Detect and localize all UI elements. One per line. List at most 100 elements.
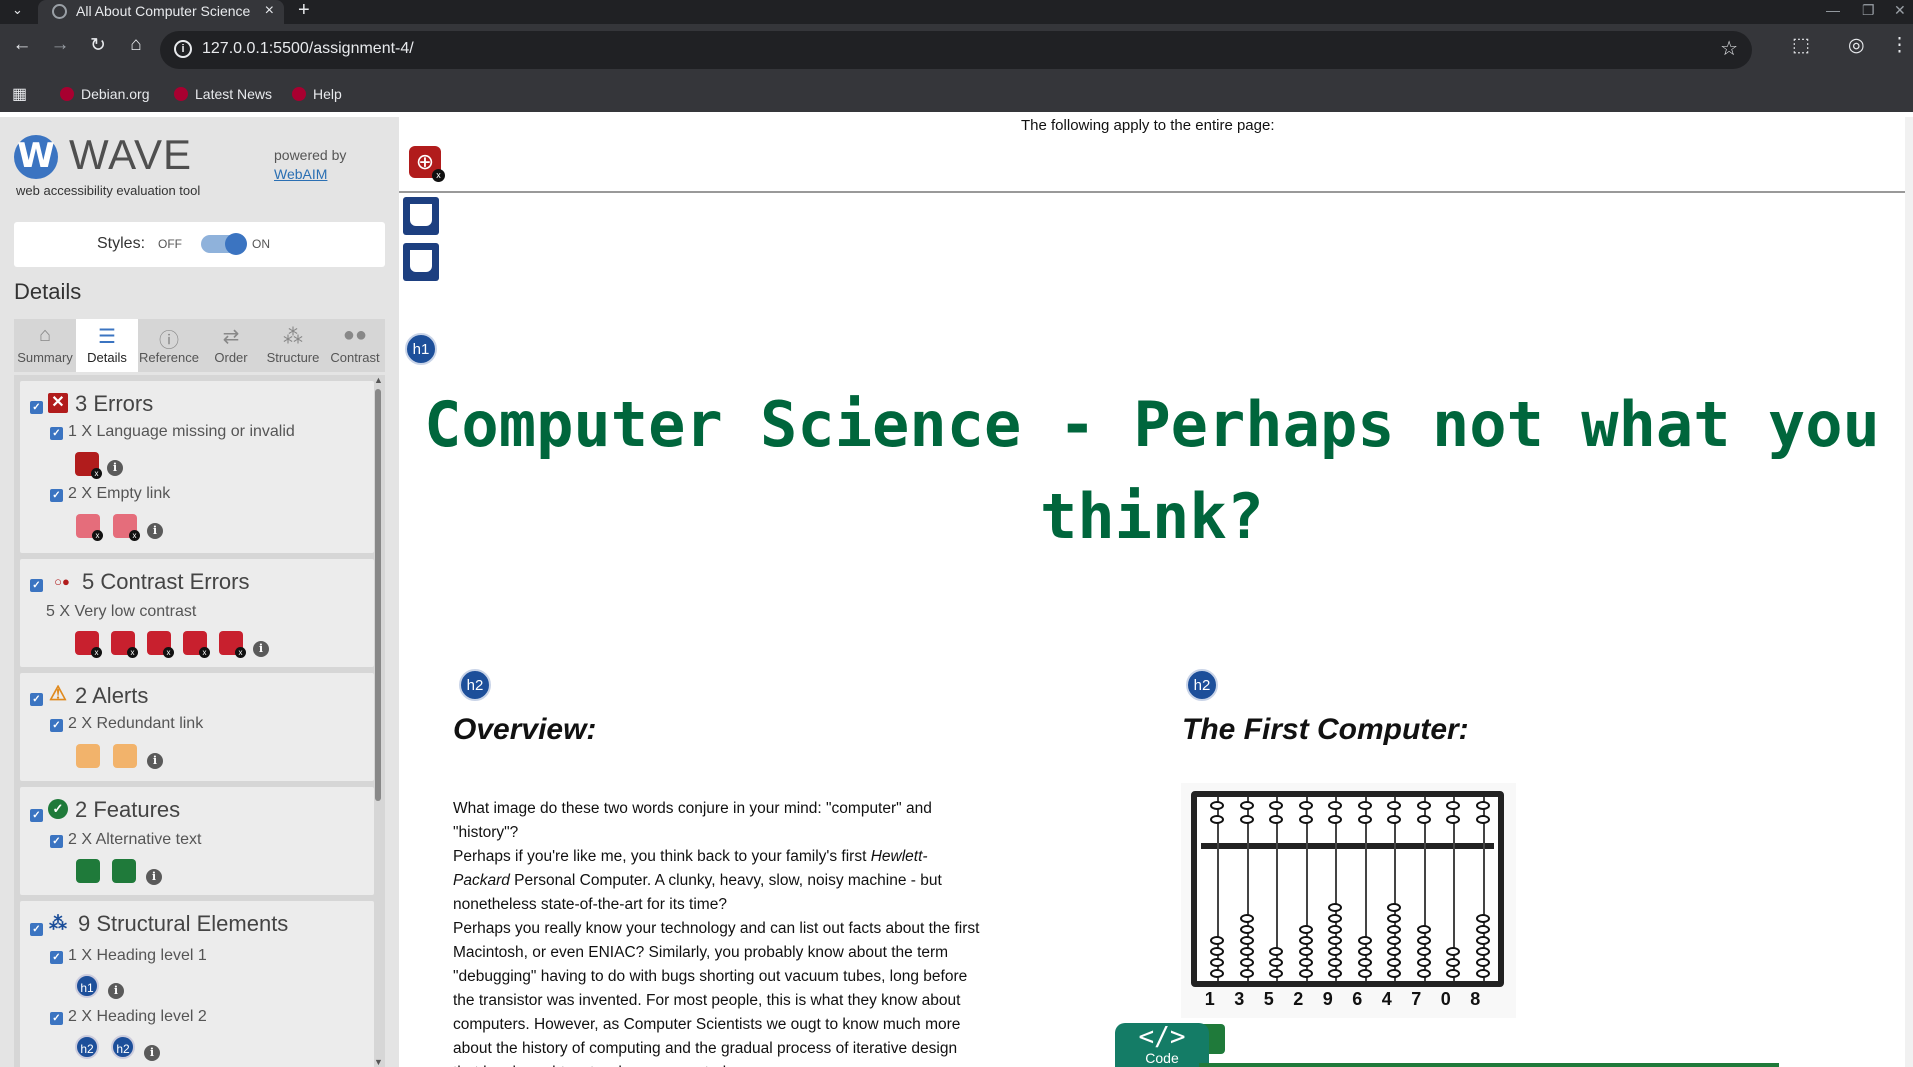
abacus-bead	[1446, 969, 1460, 978]
styles-toggle[interactable]	[201, 233, 247, 255]
abacus-bead	[1416, 925, 1431, 934]
alerts-card: ✓ ⚠ 2 Alerts ✓ 2 X Redundant link i	[20, 673, 374, 781]
empty-link-icon[interactable]: x	[76, 514, 103, 541]
alt-text-icon[interactable]	[76, 859, 100, 883]
empty-link-checkbox[interactable]: ✓	[50, 489, 63, 502]
alt-text-icon[interactable]	[112, 859, 136, 883]
alerts-checkbox[interactable]: ✓	[30, 693, 43, 706]
bookmark-star-icon[interactable]: ☆	[1720, 36, 1738, 61]
browser-tab[interactable]: All About Computer Science ×	[38, 0, 284, 24]
forward-icon[interactable]: →	[46, 34, 74, 56]
contrast-checkbox[interactable]: ✓	[30, 579, 43, 592]
h1-badge-icon[interactable]: h1	[405, 333, 437, 365]
abacus-bead	[1328, 969, 1342, 978]
contrast-error-icon[interactable]: x	[219, 631, 246, 658]
abacus-bead	[1210, 936, 1224, 945]
address-bar[interactable]: i 127.0.0.1:5500/assignment-4/ ☆	[160, 31, 1752, 69]
info-icon[interactable]: i	[146, 869, 162, 885]
bookmark-debian[interactable]: Debian.org	[60, 86, 150, 102]
profile-icon[interactable]: ◎	[1848, 34, 1865, 57]
bookmark-latest-news[interactable]: Latest News	[174, 86, 272, 102]
site-info-icon[interactable]: i	[174, 40, 192, 58]
info-icon[interactable]: i	[253, 641, 269, 657]
redundant-link-icon[interactable]	[76, 744, 100, 768]
region-icon[interactable]	[403, 243, 439, 281]
alert-triangle-icon: ⚠	[49, 683, 67, 705]
webaim-link[interactable]: WebAIM	[274, 166, 327, 182]
h1-badge-icon[interactable]: h1	[75, 974, 99, 998]
contrast-error-icon[interactable]: x	[183, 631, 210, 658]
close-window-icon[interactable]: ✕	[1894, 2, 1906, 19]
redundant-link-icon[interactable]	[113, 744, 137, 768]
abacus-digit: 0	[1440, 989, 1451, 1009]
minimize-icon[interactable]: —	[1826, 2, 1840, 18]
language-error-globe-icon[interactable]: ⊕ x	[409, 146, 445, 182]
new-tab-button[interactable]: +	[298, 0, 310, 22]
abacus-bead	[1298, 969, 1313, 978]
home-icon[interactable]: ⌂	[122, 34, 150, 56]
tab-summary[interactable]: ⌂ Summary	[14, 319, 76, 372]
abacus-bead	[1475, 969, 1490, 978]
info-icon[interactable]: i	[107, 460, 123, 476]
abacus-bead	[1239, 914, 1254, 923]
contrast-icon: ○●	[54, 574, 70, 589]
contrast-title: 5 Contrast Errors	[82, 569, 250, 594]
tab-close-icon[interactable]: ×	[265, 0, 274, 22]
abacus-bead	[1239, 815, 1254, 824]
errors-checkbox[interactable]: ✓	[30, 401, 43, 414]
tab-reference[interactable]: ⓘ Reference	[138, 319, 200, 372]
contrast-error-icon[interactable]: x	[111, 631, 138, 658]
code-badge[interactable]: </> Code	[1115, 1023, 1209, 1067]
structure-checkbox[interactable]: ✓	[30, 923, 43, 936]
tab-search-chevron-icon[interactable]: ⌄	[12, 2, 23, 18]
abacus-bead	[1210, 815, 1224, 824]
styles-toggle-box: Styles: OFF ON	[14, 222, 385, 267]
h2-badge-icon[interactable]: h2	[75, 1035, 99, 1059]
region-icon[interactable]	[403, 197, 439, 235]
back-icon[interactable]: ←	[8, 34, 36, 56]
empty-link-icon[interactable]: x	[113, 514, 140, 541]
abacus-bead	[1357, 958, 1372, 967]
abacus-bead	[1446, 958, 1460, 967]
page-scrollbar[interactable]	[1905, 117, 1913, 1067]
features-checkbox[interactable]: ✓	[30, 809, 43, 822]
bookmark-help[interactable]: Help	[292, 86, 342, 102]
h2-badge-icon[interactable]: h2	[1186, 669, 1218, 701]
info-icon[interactable]: i	[147, 523, 163, 539]
language-error-icon[interactable]: x	[75, 452, 102, 479]
apps-grid-icon[interactable]: ▦	[12, 84, 27, 104]
abacus-digit: 4	[1381, 989, 1392, 1009]
tab-structure[interactable]: ⁂ Structure	[262, 319, 324, 372]
tab-details[interactable]: ☰ Details	[76, 319, 138, 372]
extensions-icon[interactable]: ⬚	[1792, 34, 1810, 57]
scroll-thumb[interactable]	[375, 389, 381, 801]
restore-icon[interactable]: ❐	[1862, 2, 1875, 19]
alt-text-checkbox[interactable]: ✓	[50, 835, 63, 848]
heading2-checkbox[interactable]: ✓	[50, 1012, 63, 1025]
info-icon[interactable]: i	[144, 1045, 160, 1061]
heading1-checkbox[interactable]: ✓	[50, 951, 63, 964]
info-icon[interactable]: i	[147, 753, 163, 769]
panel-scrollbar[interactable]: ▲ ▼	[371, 375, 384, 1067]
scroll-up-icon[interactable]: ▲	[374, 375, 383, 385]
redundant-link-checkbox[interactable]: ✓	[50, 719, 63, 732]
powered-by: powered by	[274, 147, 347, 163]
abacus-bead	[1357, 815, 1372, 824]
abacus-bead	[1387, 914, 1401, 923]
language-checkbox[interactable]: ✓	[50, 427, 63, 440]
tab-order[interactable]: ⇄ Order	[200, 319, 262, 372]
info-icon[interactable]: i	[108, 983, 124, 999]
toggle-knob[interactable]	[225, 233, 247, 255]
h2-badge-icon[interactable]: h2	[459, 669, 491, 701]
url-text[interactable]: 127.0.0.1:5500/assignment-4/	[202, 40, 414, 58]
tab-contrast[interactable]: ●● Contrast	[324, 319, 386, 372]
abacus-bead	[1416, 801, 1431, 810]
abacus-digits: 1352964708	[1195, 989, 1495, 1010]
abacus-digit: 8	[1470, 989, 1481, 1009]
contrast-error-icon[interactable]: x	[75, 631, 102, 658]
scroll-down-icon[interactable]: ▼	[374, 1057, 383, 1067]
reload-icon[interactable]: ↻	[84, 34, 112, 57]
menu-icon[interactable]: ⋮	[1890, 34, 1909, 57]
h2-badge-icon[interactable]: h2	[111, 1035, 135, 1059]
contrast-error-icon[interactable]: x	[147, 631, 174, 658]
